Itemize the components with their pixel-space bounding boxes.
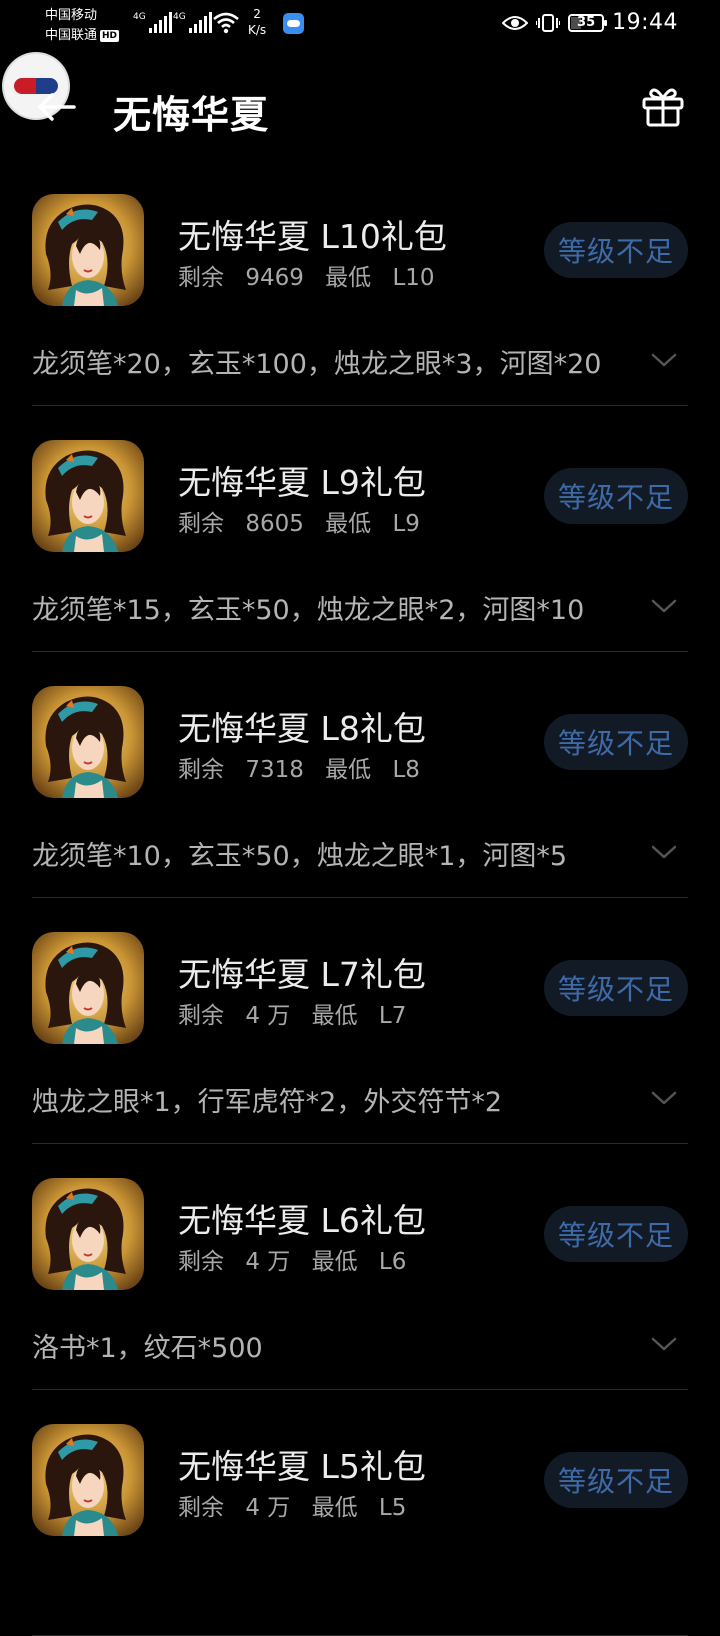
min-level-value: L9 [392,511,420,537]
gift-contents: 龙须笔*15，玄玉*50，烛龙之眼*2，河图*10 [32,595,585,626]
min-level-value: L10 [392,265,435,291]
network-speed: 2 K/s [248,6,266,38]
gift-item[interactable]: 无悔华夏 L9礼包 剩余 8605 最低 L9 等级不足 龙须笔*15，玄玉*5… [32,406,688,652]
gift-list: 无悔华夏 L10礼包 剩余 9469 最低 L10 等级不足 龙须笔*20，玄玉… [32,160,688,1636]
remain-label: 剩余 [178,757,224,783]
remain-label: 剩余 [178,1249,224,1275]
gift-meta: 剩余 7318 最低 L8 [178,750,420,784]
gift-meta: 剩余 4 万 最低 L5 [178,1488,406,1522]
remain-count: 4 万 [245,1003,291,1029]
remain-count: 8605 [245,511,304,537]
insufficient-level-button[interactable]: 等级不足 [544,468,688,524]
min-level-value: L8 [392,757,420,783]
gift-meta: 剩余 8605 最低 L9 [178,504,420,538]
min-level-value: L7 [378,1003,407,1029]
insufficient-level-button[interactable]: 等级不足 [544,1452,688,1508]
min-level-label: 最低 [325,757,372,783]
chevron-down-icon[interactable] [650,842,678,862]
speed-unit: K/s [248,23,267,37]
gift-title: 无悔华夏 L7礼包 [178,955,426,994]
insufficient-level-button[interactable]: 等级不足 [544,960,688,1016]
gift-item[interactable]: 无悔华夏 L10礼包 剩余 9469 最低 L10 等级不足 龙须笔*20，玄玉… [32,160,688,406]
battery-icon: 35 [568,13,608,32]
clock: 19:44 [612,10,678,35]
gift-contents: 洛书*1，纹石*500 [32,1333,263,1364]
remain-label: 剩余 [178,265,224,291]
chevron-down-icon[interactable] [650,350,678,370]
signal-icon-2: 4G [173,12,212,33]
status-bar: 中国移动 中国联通 HD 4G 4G 2 K/s 35 19:44 [0,0,720,50]
insufficient-level-button[interactable]: 等级不足 [544,714,688,770]
gift-item[interactable]: 无悔华夏 L8礼包 剩余 7318 最低 L8 等级不足 龙须笔*10，玄玉*5… [32,652,688,898]
carrier-2: 中国联通 [45,28,98,43]
gift-meta: 剩余 4 万 最低 L6 [178,1242,406,1276]
min-level-value: L5 [378,1495,407,1521]
gift-item[interactable]: 无悔华夏 L7礼包 剩余 4 万 最低 L7 等级不足 烛龙之眼*1，行军虎符*… [32,898,688,1144]
remain-label: 剩余 [178,1003,224,1029]
gift-contents: 龙须笔*20，玄玉*100，烛龙之眼*3，河图*20 [32,349,602,380]
gift-item[interactable]: 无悔华夏 L5礼包 剩余 4 万 最低 L5 等级不足 [32,1390,688,1636]
carrier-1: 中国移动 [45,8,98,23]
gift-title: 无悔华夏 L10礼包 [178,217,447,256]
gift-title: 无悔华夏 L9礼包 [178,463,426,502]
wifi-icon [213,12,239,34]
gift-title: 无悔华夏 L5礼包 [178,1447,426,1486]
hd-badge: HD [100,30,120,42]
game-app-icon [32,194,144,306]
gift-contents: 烛龙之眼*1，行军虎符*2，外交符节*2 [32,1087,503,1118]
vibrate-icon [536,13,561,32]
remain-label: 剩余 [178,1495,224,1521]
gift-meta: 剩余 4 万 最低 L7 [178,996,406,1030]
min-level-value: L6 [378,1249,407,1275]
min-level-label: 最低 [325,265,372,291]
page-title: 无悔华夏 [113,93,270,137]
chevron-down-icon[interactable] [650,1088,678,1108]
insufficient-level-button[interactable]: 等级不足 [544,222,688,278]
battery-level: 35 [577,15,596,30]
speed-value: 2 [253,7,261,21]
chevron-down-icon[interactable] [650,596,678,616]
insufficient-level-button[interactable]: 等级不足 [544,1206,688,1262]
eye-icon [502,15,529,30]
chevron-down-icon[interactable] [650,1334,678,1354]
min-level-label: 最低 [311,1495,358,1521]
remain-count: 7318 [245,757,304,783]
game-app-icon [32,1178,144,1290]
game-app-icon [32,440,144,552]
carrier-info: 中国移动 中国联通 HD [45,6,120,46]
min-level-label: 最低 [311,1249,358,1275]
min-level-label: 最低 [311,1003,358,1029]
back-arrow-icon[interactable] [36,92,76,122]
gift-meta: 剩余 9469 最低 L10 [178,258,435,292]
gift-title: 无悔华夏 L6礼包 [178,1201,426,1240]
remain-count: 4 万 [245,1495,291,1521]
game-app-icon [32,1424,144,1536]
network-type-2: 4G [173,12,186,22]
cloud-icon [283,13,304,34]
remain-label: 剩余 [178,511,224,537]
remain-count: 9469 [245,265,304,291]
game-app-icon [32,932,144,1044]
network-type-1: 4G [133,12,146,22]
signal-icon: 4G [133,12,172,33]
min-level-label: 最低 [325,511,372,537]
remain-count: 4 万 [245,1249,291,1275]
gift-icon[interactable] [641,84,685,128]
gift-item[interactable]: 无悔华夏 L6礼包 剩余 4 万 最低 L6 等级不足 洛书*1，纹石*500 [32,1144,688,1390]
game-app-icon [32,686,144,798]
gift-contents: 龙须笔*10，玄玉*50，烛龙之眼*1，河图*5 [32,841,568,872]
gift-title: 无悔华夏 L8礼包 [178,709,426,748]
